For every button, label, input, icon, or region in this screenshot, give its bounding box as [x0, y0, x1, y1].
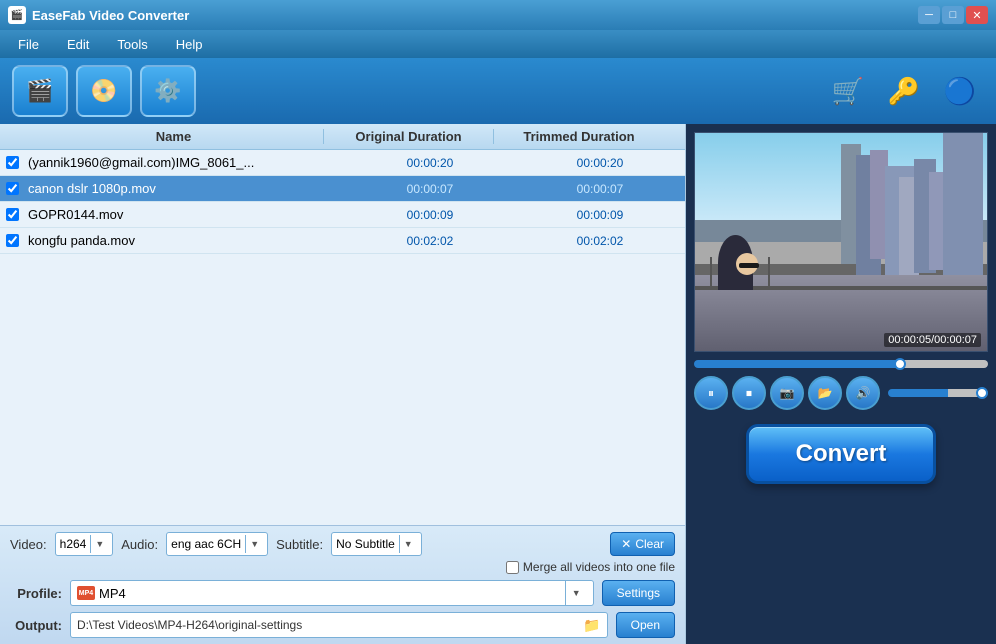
app-title: EaseFab Video Converter — [32, 8, 189, 23]
convert-button[interactable]: Convert — [746, 424, 936, 484]
add-video-button[interactable]: 🎬 — [12, 65, 68, 117]
video-background — [695, 133, 987, 351]
volume-button[interactable]: 🔊 — [846, 376, 880, 410]
seek-thumb[interactable] — [894, 358, 906, 370]
profile-combo[interactable]: MP4 MP4 ▼ — [70, 580, 594, 606]
maximize-button[interactable]: □ — [942, 6, 964, 24]
file-trim-1: 00:00:07 — [515, 182, 685, 196]
profile-combo-arrow: ▼ — [565, 581, 587, 605]
profile-combo-inner: MP4 MP4 — [77, 586, 565, 601]
open-output-button[interactable]: Open — [616, 612, 675, 638]
settings-button[interactable]: ⚙️ — [140, 65, 196, 117]
video-timestamp: 00:00:05/00:00:07 — [884, 333, 981, 347]
table-row[interactable]: kongfu panda.mov 00:02:02 00:02:02 — [0, 228, 685, 254]
seek-bar[interactable] — [694, 360, 988, 368]
col-orig-header: Original Duration — [324, 129, 494, 144]
merge-row: Merge all videos into one file — [10, 560, 675, 574]
volume-bar[interactable] — [888, 389, 988, 397]
main-area: Name Original Duration Trimmed Duration … — [0, 124, 996, 644]
file-orig-3: 00:02:02 — [345, 234, 515, 248]
file-list: (yannik1960@gmail.com)IMG_8061_... 00:00… — [0, 150, 685, 525]
col-name-header: Name — [24, 129, 324, 144]
profile-value: MP4 — [99, 586, 126, 601]
minimize-button[interactable]: ─ — [918, 6, 940, 24]
output-path-display: D:\Test Videos\MP4-H264\original-setting… — [70, 612, 608, 638]
file-checkbox-3[interactable] — [0, 234, 24, 247]
file-trim-2: 00:00:09 — [515, 208, 685, 222]
file-checkbox-2[interactable] — [0, 208, 24, 221]
add-dvd-button[interactable]: 📀 — [76, 65, 132, 117]
audio-combo-arrow: ▼ — [245, 535, 263, 553]
menu-edit[interactable]: Edit — [53, 33, 103, 56]
subtitle-combo-arrow: ▼ — [399, 535, 417, 553]
folder-icon: 📁 — [583, 617, 600, 634]
video-preview: 00:00:05/00:00:07 — [694, 132, 988, 352]
table-row[interactable]: GOPR0144.mov 00:00:09 00:00:09 — [0, 202, 685, 228]
preview-panel: 00:00:05/00:00:07 ⏸ ⏹ 📷 📂 🔊 Convert — [686, 124, 996, 644]
open-file-button[interactable]: 📂 — [808, 376, 842, 410]
file-checkbox-0[interactable] — [0, 156, 24, 169]
file-trim-3: 00:02:02 — [515, 234, 685, 248]
merge-checkbox[interactable] — [506, 561, 519, 574]
table-row[interactable]: (yannik1960@gmail.com)IMG_8061_... 00:00… — [0, 150, 685, 176]
bottom-controls: Video: h264 ▼ Audio: eng aac 6CH ▼ Subti… — [0, 525, 685, 644]
app-icon: 🎬 — [8, 6, 26, 24]
mp4-icon: MP4 — [77, 586, 95, 600]
table-header: Name Original Duration Trimmed Duration — [0, 124, 685, 150]
close-button[interactable]: ✕ — [966, 6, 988, 24]
clear-button[interactable]: ✕ Clear — [610, 532, 675, 556]
audio-combo[interactable]: eng aac 6CH ▼ — [166, 532, 268, 556]
clear-icon: ✕ — [621, 537, 631, 551]
output-row: Output: D:\Test Videos\MP4-H264\original… — [10, 612, 675, 638]
file-orig-1: 00:00:07 — [345, 182, 515, 196]
playback-controls: ⏸ ⏹ 📷 📂 🔊 — [694, 376, 988, 410]
file-name-0: (yannik1960@gmail.com)IMG_8061_... — [24, 155, 345, 170]
stop-button[interactable]: ⏹ — [732, 376, 766, 410]
table-row[interactable]: canon dslr 1080p.mov 00:00:07 00:00:07 — [0, 176, 685, 202]
menubar: File Edit Tools Help — [0, 30, 996, 58]
cart-button[interactable]: 🛒 — [824, 67, 872, 115]
profile-label: Profile: — [10, 586, 62, 601]
video-value: h264 — [60, 537, 91, 551]
toolbar: 🎬 📀 ⚙️ 🛒 🔑 🔵 — [0, 58, 996, 124]
menu-file[interactable]: File — [4, 33, 53, 56]
subtitle-combo[interactable]: No Subtitle ▼ — [331, 532, 422, 556]
audio-label: Audio: — [121, 537, 158, 552]
file-orig-2: 00:00:09 — [345, 208, 515, 222]
profile-row: Profile: MP4 MP4 ▼ Settings — [10, 580, 675, 606]
av-row: Video: h264 ▼ Audio: eng aac 6CH ▼ Subti… — [10, 532, 675, 556]
video-label: Video: — [10, 537, 47, 552]
clear-label: Clear — [635, 537, 664, 551]
col-trim-header: Trimmed Duration — [494, 129, 664, 144]
menu-tools[interactable]: Tools — [103, 33, 161, 56]
file-trim-0: 00:00:20 — [515, 156, 685, 170]
pause-button[interactable]: ⏸ — [694, 376, 728, 410]
titlebar: 🎬 EaseFab Video Converter ─ □ ✕ — [0, 0, 996, 30]
file-orig-0: 00:00:20 — [345, 156, 515, 170]
snapshot-button[interactable]: 📷 — [770, 376, 804, 410]
settings-profile-button[interactable]: Settings — [602, 580, 675, 606]
file-name-1: canon dslr 1080p.mov — [24, 181, 345, 196]
audio-value: eng aac 6CH — [171, 537, 245, 551]
output-path-text: D:\Test Videos\MP4-H264\original-setting… — [77, 618, 583, 632]
key-button[interactable]: 🔑 — [880, 67, 928, 115]
seek-bar-container — [694, 358, 988, 370]
menu-help[interactable]: Help — [162, 33, 217, 56]
window-controls: ─ □ ✕ — [918, 6, 988, 24]
video-combo-arrow: ▼ — [90, 535, 108, 553]
subtitle-label: Subtitle: — [276, 537, 323, 552]
filelist-panel: Name Original Duration Trimmed Duration … — [0, 124, 686, 644]
video-combo[interactable]: h264 ▼ — [55, 532, 114, 556]
merge-label: Merge all videos into one file — [523, 560, 675, 574]
file-checkbox-1[interactable] — [0, 182, 24, 195]
file-name-2: GOPR0144.mov — [24, 207, 345, 222]
output-label: Output: — [10, 618, 62, 633]
help-button[interactable]: 🔵 — [936, 67, 984, 115]
file-name-3: kongfu panda.mov — [24, 233, 345, 248]
subtitle-value: No Subtitle — [336, 537, 399, 551]
